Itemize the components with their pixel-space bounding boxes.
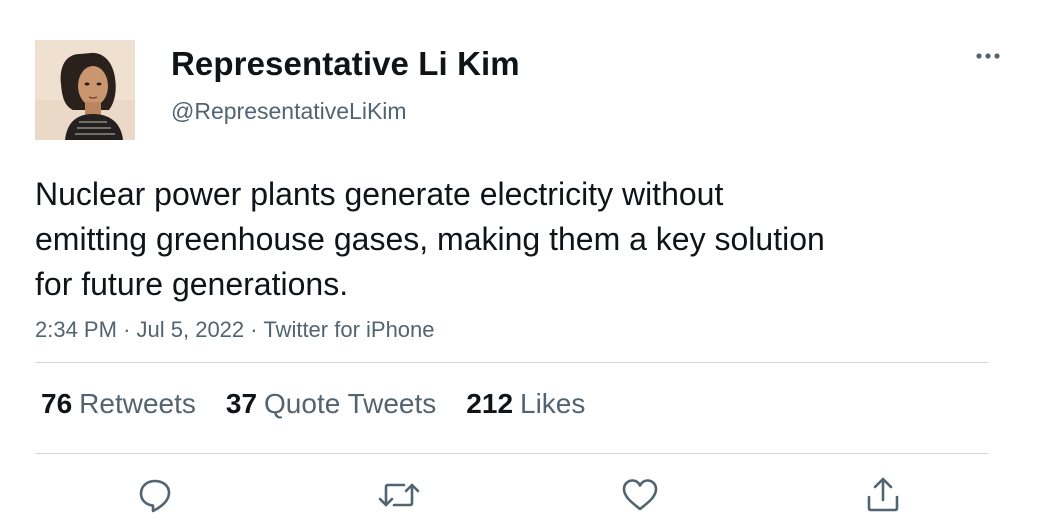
tweet-source[interactable]: Twitter for iPhone [263, 317, 434, 342]
engagement-stats: 76 Retweets 37 Quote Tweets 212 Likes [41, 385, 615, 423]
quote-tweets-label: Quote Tweets [264, 388, 437, 419]
meta-separator: · [250, 317, 258, 342]
heart-icon [622, 479, 658, 511]
retweets-count: 76 [41, 388, 73, 419]
share-icon [867, 477, 899, 512]
likes-stat[interactable]: 212 Likes [466, 385, 585, 423]
likes-label: Likes [520, 388, 586, 419]
likes-count: 212 [466, 388, 514, 419]
tweet-date[interactable]: Jul 5, 2022 [137, 317, 245, 342]
tweet-text-line: for future generations. [35, 266, 349, 302]
tweet-time[interactable]: 2:34 PM [35, 317, 117, 342]
handle[interactable]: @RepresentativeLiKim [171, 96, 407, 126]
retweet-icon [378, 483, 420, 507]
action-bar [0, 472, 1050, 522]
avatar[interactable] [35, 40, 135, 140]
quote-tweets-count: 37 [225, 388, 258, 419]
divider [35, 362, 989, 363]
display-name[interactable]: Representative Li Kim [171, 44, 520, 84]
tweet: Representative Li Kim @RepresentativeLiK… [0, 0, 1050, 525]
share-button[interactable] [859, 472, 907, 518]
retweet-button[interactable] [375, 472, 423, 518]
more-options-button[interactable] [968, 42, 1008, 70]
tweet-text-line: emitting greenhouse gases, making them a… [35, 221, 825, 257]
more-horizontal-icon [976, 53, 1000, 59]
divider [35, 453, 989, 454]
retweets-stat[interactable]: 76 Retweets [41, 385, 196, 423]
meta-separator: · [123, 317, 131, 342]
reply-icon [139, 479, 171, 513]
retweets-label: Retweets [79, 388, 196, 419]
tweet-metadata: 2:34 PM · Jul 5, 2022 · Twitter for iPho… [35, 315, 435, 345]
reply-button[interactable] [131, 472, 179, 518]
tweet-text: Nuclear power plants generate electricit… [35, 172, 995, 307]
avatar-photo [35, 40, 135, 140]
quote-tweets-stat[interactable]: 37 Quote Tweets [226, 385, 436, 423]
like-button[interactable] [616, 472, 664, 518]
tweet-text-line: Nuclear power plants generate electricit… [35, 176, 724, 212]
